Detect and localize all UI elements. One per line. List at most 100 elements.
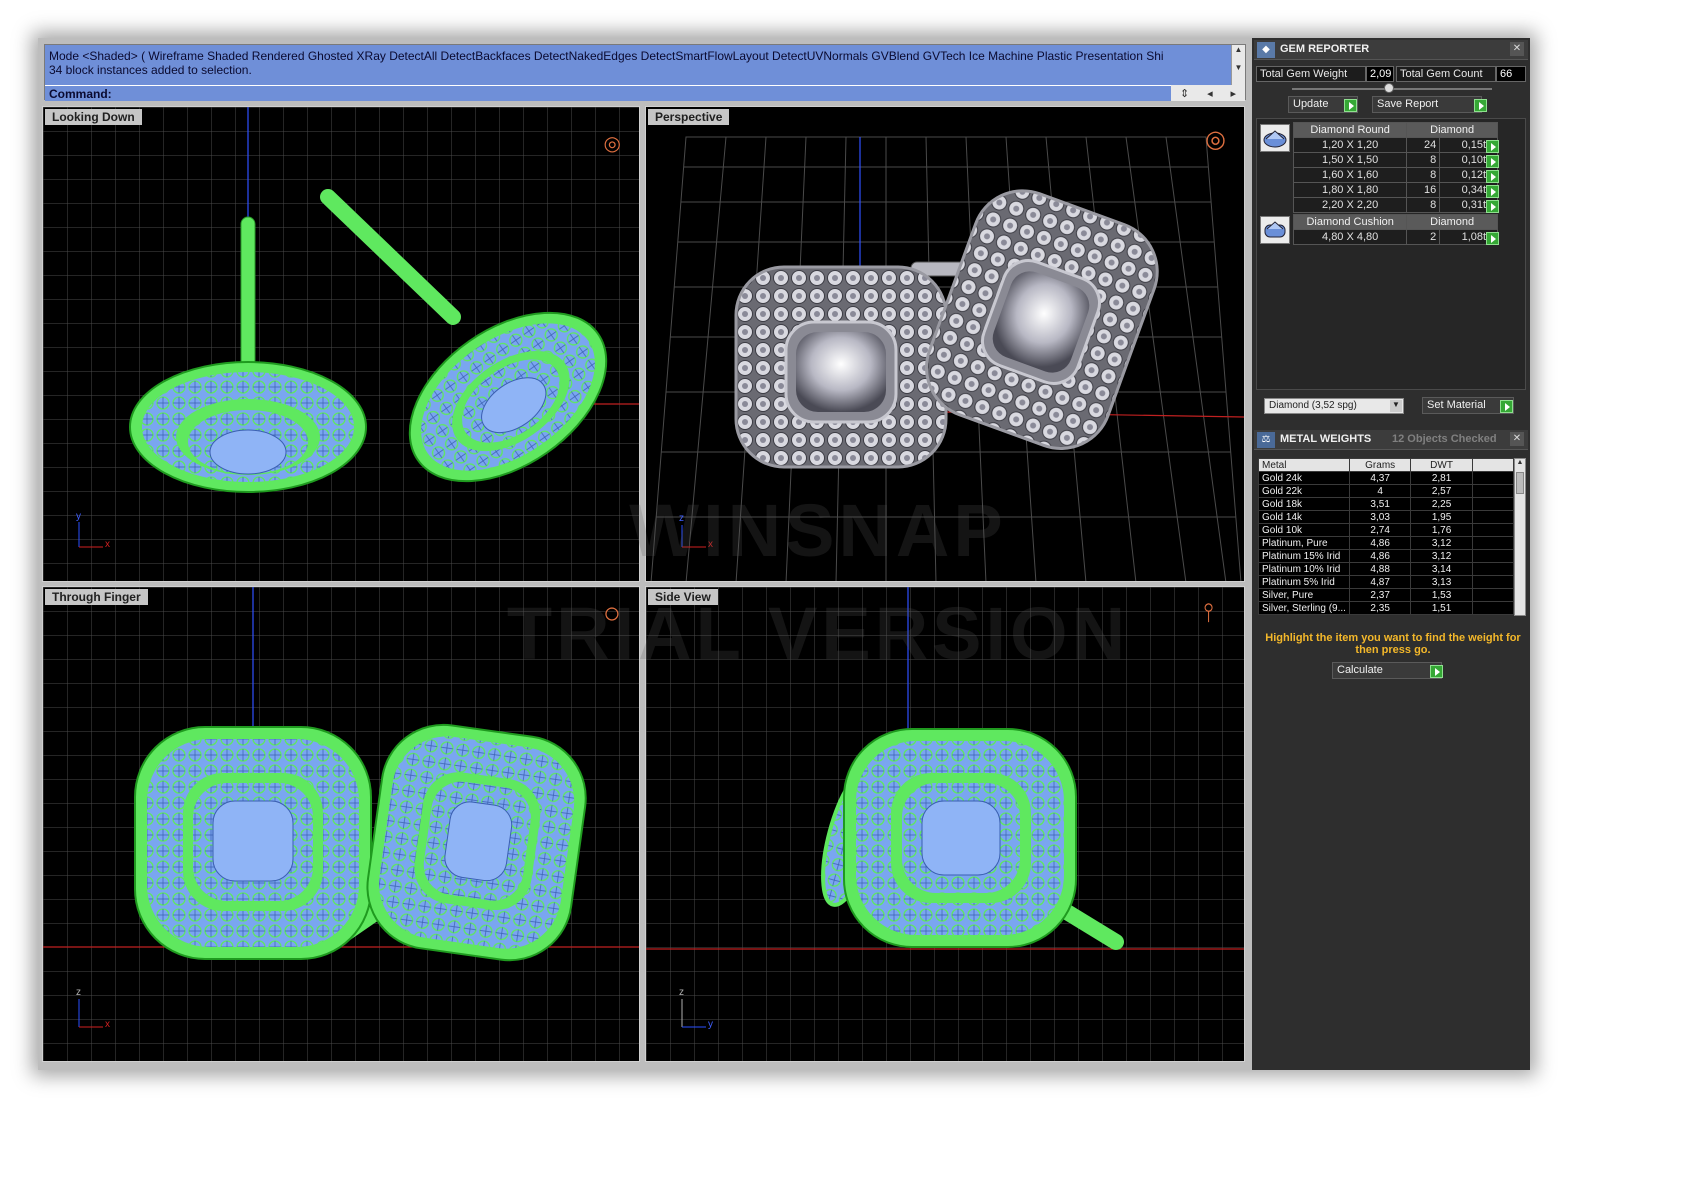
metal-name: Platinum 15% Irid [1258,549,1350,563]
close-icon[interactable]: ✕ [1510,432,1524,446]
metal-hint-text: Highlight the item you want to find the … [1265,632,1521,656]
metal-name: Platinum 10% Irid [1258,562,1350,576]
gem-count: 8 [1406,152,1441,168]
table-row[interactable]: 4,80 X 4,80 2 1,08tw [1292,229,1498,245]
table-row[interactable]: Gold 24k 4,37 2,81 [1258,471,1515,485]
row-go-icon[interactable] [1486,185,1499,198]
metal-grams: 2,37 [1348,588,1412,602]
objects-checked: 12 Objects Checked [1392,433,1497,445]
row-go-icon[interactable] [1486,170,1499,183]
table-row[interactable]: Silver, Pure 2,37 1,53 [1258,588,1515,602]
metal-weights-header: ⚖ METAL WEIGHTS 12 Objects Checked ✕ [1254,430,1528,450]
viewport-title[interactable]: Perspective [648,109,730,125]
metal-grams: 3,51 [1348,497,1412,511]
gem-cut-label: Diamond Cushion [1292,214,1408,230]
metal-grams: 4,88 [1348,562,1412,576]
table-row[interactable]: Silver, Sterling (9... 2,35 1,51 [1258,601,1515,615]
through-finger-scene [43,587,639,1061]
metal-name: Gold 14k [1258,510,1350,524]
table-row[interactable]: 1,20 X 1,20 24 0,15tw [1292,137,1498,153]
set-material-label: Set Material [1427,399,1486,411]
table-row[interactable]: Platinum 10% Irid 4,88 3,14 [1258,562,1515,576]
table-row[interactable]: 1,50 X 1,50 8 0,10tw [1292,152,1498,168]
update-label: Update [1293,98,1329,110]
scrollbar-thumb[interactable] [1516,472,1524,494]
metal-table-scrollbar[interactable]: ▲ [1514,458,1526,616]
looking-down-scene [43,107,639,581]
calculate-go-icon[interactable] [1430,665,1443,678]
metal-grams: 3,03 [1348,510,1412,524]
command-history: Mode <Shaded> ( Wireframe Shaded Rendere… [45,45,1233,85]
table-row[interactable]: 1,60 X 1,60 8 0,12tw [1292,167,1498,183]
viewport-title[interactable]: Side View [648,589,718,605]
table-row[interactable]: Gold 22k 4 2,57 [1258,484,1515,498]
metal-name: Gold 24k [1258,471,1350,485]
row-go-icon[interactable] [1486,200,1499,213]
axis-x-label: x [708,539,713,550]
scroll-left-icon[interactable]: ◂ [1207,87,1213,100]
table-row[interactable]: Gold 18k 3,51 2,25 [1258,497,1515,511]
metal-dwt: 1,95 [1410,510,1473,524]
viewport-title[interactable]: Through Finger [45,589,148,605]
status-line: 34 block instances added to selection. [49,63,252,77]
gem-reporter-header: ◆ GEM REPORTER ✕ [1254,40,1528,60]
chevron-down-icon[interactable]: ▼ [1390,400,1402,412]
command-nav: ⇕ ◂ ▸ [1171,85,1245,101]
axis-x-label: x [105,1019,110,1030]
gem-size: 2,20 X 2,20 [1292,197,1408,213]
command-prompt: Command: [49,87,112,101]
command-area: Mode <Shaded> ( Wireframe Shaded Rendere… [44,44,1246,101]
viewport-looking-down[interactable]: Looking Down x y ◎ [42,106,640,582]
gem-reporter-icon: ◆ [1257,42,1275,58]
ring-view-icon: ◎ [603,133,621,155]
update-go-icon[interactable] [1344,99,1357,112]
gem-material-label: Diamond [1406,214,1498,230]
rhino-window: Mode <Shaded> ( Wireframe Shaded Rendere… [38,38,1530,1070]
table-row[interactable]: Gold 14k 3,03 1,95 [1258,510,1515,524]
gem-size: 1,50 X 1,50 [1292,152,1408,168]
metal-dwt: 3,12 [1410,549,1473,563]
spin-icon[interactable]: ⇕ [1180,87,1189,100]
metal-name: Silver, Sterling (9... [1258,601,1350,615]
scroll-right-icon[interactable]: ▸ [1231,87,1237,100]
gem-count: 2 [1406,229,1441,245]
command-line-input[interactable]: Command: [45,85,1245,101]
table-row[interactable]: Platinum 5% Irid 4,87 3,13 [1258,575,1515,589]
column-header-grams[interactable]: Grams [1348,458,1412,472]
metal-grams: 4,86 [1348,549,1412,563]
scroll-up-icon[interactable]: ▲ [1515,459,1525,466]
calculate-button[interactable]: Calculate [1332,662,1442,679]
display-mode-line: Mode <Shaded> ( Wireframe Shaded Rendere… [49,49,1164,63]
ring-view-icon: ◎ [1205,126,1226,153]
row-go-icon[interactable] [1486,140,1499,153]
save-report-go-icon[interactable] [1474,99,1487,112]
gem-reporter-title: GEM REPORTER [1280,43,1370,55]
axis-y-label: y [76,511,81,522]
metal-name: Gold 22k [1258,484,1350,498]
viewport-side-view[interactable]: Side View y z ⫯ [645,586,1245,1062]
close-icon[interactable]: ✕ [1510,42,1524,56]
column-header-dwt[interactable]: DWT [1410,458,1473,472]
viewport-perspective[interactable]: Perspective x z ◎ [645,106,1245,582]
calculate-label: Calculate [1337,664,1383,676]
gem-size: 1,20 X 1,20 [1292,137,1408,153]
row-go-icon[interactable] [1486,155,1499,168]
table-row[interactable]: Platinum 15% Irid 4,86 3,12 [1258,549,1515,563]
metal-grams: 4,86 [1348,536,1412,550]
viewport-through-finger[interactable]: Through Finger x z ○ [42,586,640,1062]
table-row[interactable]: Gold 10k 2,74 1,76 [1258,523,1515,537]
metal-grams: 4,87 [1348,575,1412,589]
gem-slider-thumb[interactable] [1384,83,1394,93]
row-go-icon[interactable] [1486,232,1499,245]
set-material-go-icon[interactable] [1500,400,1513,413]
table-row[interactable]: 1,80 X 1,80 16 0,34tw [1292,182,1498,198]
table-row[interactable]: Platinum, Pure 4,86 3,12 [1258,536,1515,550]
command-history-scrollbar[interactable]: ▲ ▼ [1231,45,1245,85]
axis-z-label: z [679,513,684,524]
save-report-button[interactable]: Save Report [1372,96,1482,113]
viewport-title[interactable]: Looking Down [45,109,142,125]
material-select[interactable]: Diamond (3,52 spg) ▼ [1264,398,1404,414]
column-header-metal[interactable]: Metal [1258,458,1350,472]
metal-weights-title: METAL WEIGHTS [1280,433,1372,445]
table-row[interactable]: 2,20 X 2,20 8 0,31tw [1292,197,1498,213]
